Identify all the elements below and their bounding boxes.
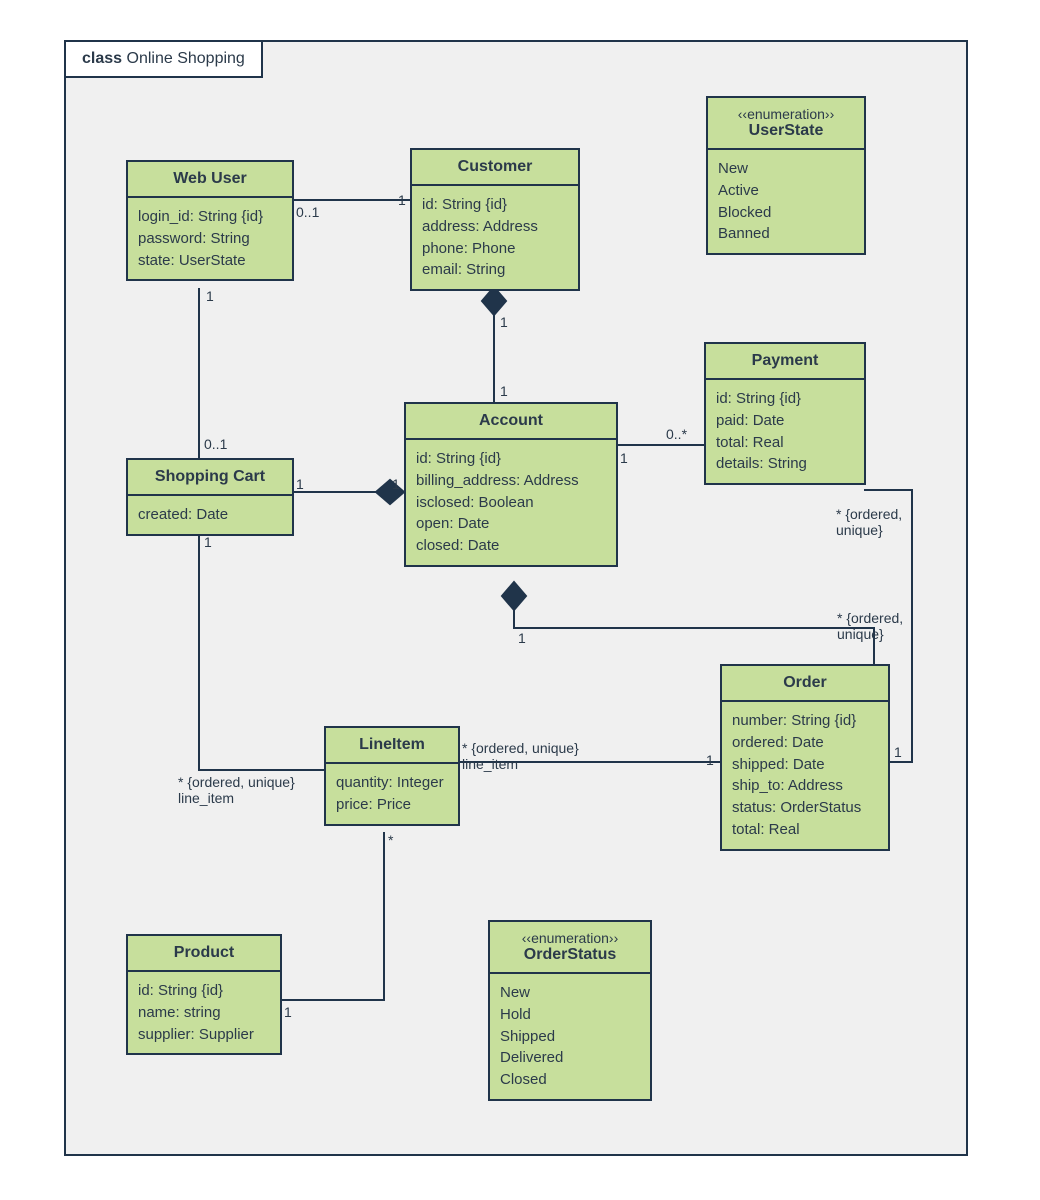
attr: email: String (422, 259, 568, 281)
attr: isclosed: Boolean (416, 492, 606, 514)
class-body: id: String {id} paid: Date total: Real d… (706, 380, 864, 483)
mult-payment-order-bottom: 1 (894, 744, 902, 760)
mult-account-order-right: * {ordered, unique} (837, 610, 903, 642)
frame-title: Online Shopping (127, 50, 245, 67)
attr: name: string (138, 1002, 270, 1024)
class-product: Product id: String {id} name: string sup… (126, 934, 282, 1055)
uml-class-diagram: class Online Shopping Web User login_id (0, 0, 1040, 1200)
attr: details: String (716, 453, 854, 475)
attr: closed: Date (416, 535, 606, 557)
mult-customer-account-top: 1 (500, 314, 508, 330)
stereotype: ‹‹enumeration›› (714, 106, 858, 122)
attr: password: String (138, 228, 282, 250)
mult-webuser-customer-right: 1 (398, 192, 406, 208)
class-body: id: String {id} name: string supplier: S… (128, 972, 280, 1053)
class-title: Web User (128, 162, 292, 198)
class-account: Account id: String {id} billing_address:… (404, 402, 618, 567)
class-title: Payment (706, 344, 864, 380)
attr: open: Date (416, 513, 606, 535)
literal: New (500, 982, 640, 1004)
literal: Banned (718, 223, 854, 245)
mult-lineitem-product-bottom: 1 (284, 1004, 292, 1020)
class-body: quantity: Integer price: Price (326, 764, 458, 824)
mult-webuser-cart-bottom: 0..1 (204, 436, 227, 452)
attr: quantity: Integer (336, 772, 448, 794)
mult-cart-account-right: 1 (392, 476, 400, 492)
mult-account-payment-left: 1 (620, 450, 628, 466)
attr: created: Date (138, 504, 282, 526)
mult-payment-order-top: * {ordered, unique} (836, 506, 902, 538)
class-shopping-cart: Shopping Cart created: Date (126, 458, 294, 536)
mult-cart-lineitem-bottom: * {ordered, unique} line_item (178, 774, 295, 806)
enum-title: OrderStatus (496, 946, 644, 964)
attr: login_id: String {id} (138, 206, 282, 228)
class-body: id: String {id} address: Address phone: … (412, 186, 578, 289)
class-customer: Customer id: String {id} address: Addres… (410, 148, 580, 291)
class-payment: Payment id: String {id} paid: Date total… (704, 342, 866, 485)
attr: ship_to: Address (732, 775, 878, 797)
class-title: ‹‹enumeration›› OrderStatus (490, 922, 650, 974)
attr: supplier: Supplier (138, 1024, 270, 1046)
literal: Delivered (500, 1047, 640, 1069)
class-body: created: Date (128, 496, 292, 534)
mult-webuser-cart-top: 1 (206, 288, 214, 304)
stereotype: ‹‹enumeration›› (496, 930, 644, 946)
attr: total: Real (732, 819, 878, 841)
mult-lineitem-product-top: * (388, 832, 393, 848)
enum-orderstatus: ‹‹enumeration›› OrderStatus New Hold Shi… (488, 920, 652, 1101)
mult-account-order-left: 1 (518, 630, 526, 646)
literal: New (718, 158, 854, 180)
mult-cart-lineitem-top: 1 (204, 534, 212, 550)
enum-userstate: ‹‹enumeration›› UserState New Active Blo… (706, 96, 866, 255)
attr: state: UserState (138, 250, 282, 272)
attr: number: String {id} (732, 710, 878, 732)
frame-title-tab: class Online Shopping (64, 40, 263, 78)
attr: billing_address: Address (416, 470, 606, 492)
class-web-user: Web User login_id: String {id} password:… (126, 160, 294, 281)
mult-cart-account-left: 1 (296, 476, 304, 492)
class-body: New Hold Shipped Delivered Closed (490, 974, 650, 1099)
attr: id: String {id} (716, 388, 854, 410)
mult-customer-account-bottom: 1 (500, 383, 508, 399)
attr: id: String {id} (416, 448, 606, 470)
attr: status: OrderStatus (732, 797, 878, 819)
attr: price: Price (336, 794, 448, 816)
class-lineitem: LineItem quantity: Integer price: Price (324, 726, 460, 826)
class-title: LineItem (326, 728, 458, 764)
literal: Hold (500, 1004, 640, 1026)
attr: phone: Phone (422, 238, 568, 260)
class-title: Shopping Cart (128, 460, 292, 496)
role-lineitem-order-left: * {ordered, unique} line_item (462, 740, 579, 772)
attr: total: Real (716, 432, 854, 454)
literal: Closed (500, 1069, 640, 1091)
class-title: Account (406, 404, 616, 440)
class-body: login_id: String {id} password: String s… (128, 198, 292, 279)
literal: Shipped (500, 1026, 640, 1048)
class-body: id: String {id} billing_address: Address… (406, 440, 616, 565)
frame-prefix: class (82, 50, 122, 67)
class-title: Order (722, 666, 888, 702)
attr: ordered: Date (732, 732, 878, 754)
mult-account-payment-right: 0..* (666, 426, 687, 442)
mult-lineitem-order-right: 1 (706, 752, 714, 768)
enum-title: UserState (714, 122, 858, 140)
attr: id: String {id} (422, 194, 568, 216)
attr: shipped: Date (732, 754, 878, 776)
class-title: Product (128, 936, 280, 972)
attr: address: Address (422, 216, 568, 238)
class-title: Customer (412, 150, 578, 186)
class-title: ‹‹enumeration›› UserState (708, 98, 864, 150)
class-body: New Active Blocked Banned (708, 150, 864, 253)
literal: Active (718, 180, 854, 202)
class-body: number: String {id} ordered: Date shippe… (722, 702, 888, 849)
class-order: Order number: String {id} ordered: Date … (720, 664, 890, 851)
mult-webuser-customer-left: 0..1 (296, 204, 319, 220)
literal: Blocked (718, 202, 854, 224)
attr: paid: Date (716, 410, 854, 432)
attr: id: String {id} (138, 980, 270, 1002)
